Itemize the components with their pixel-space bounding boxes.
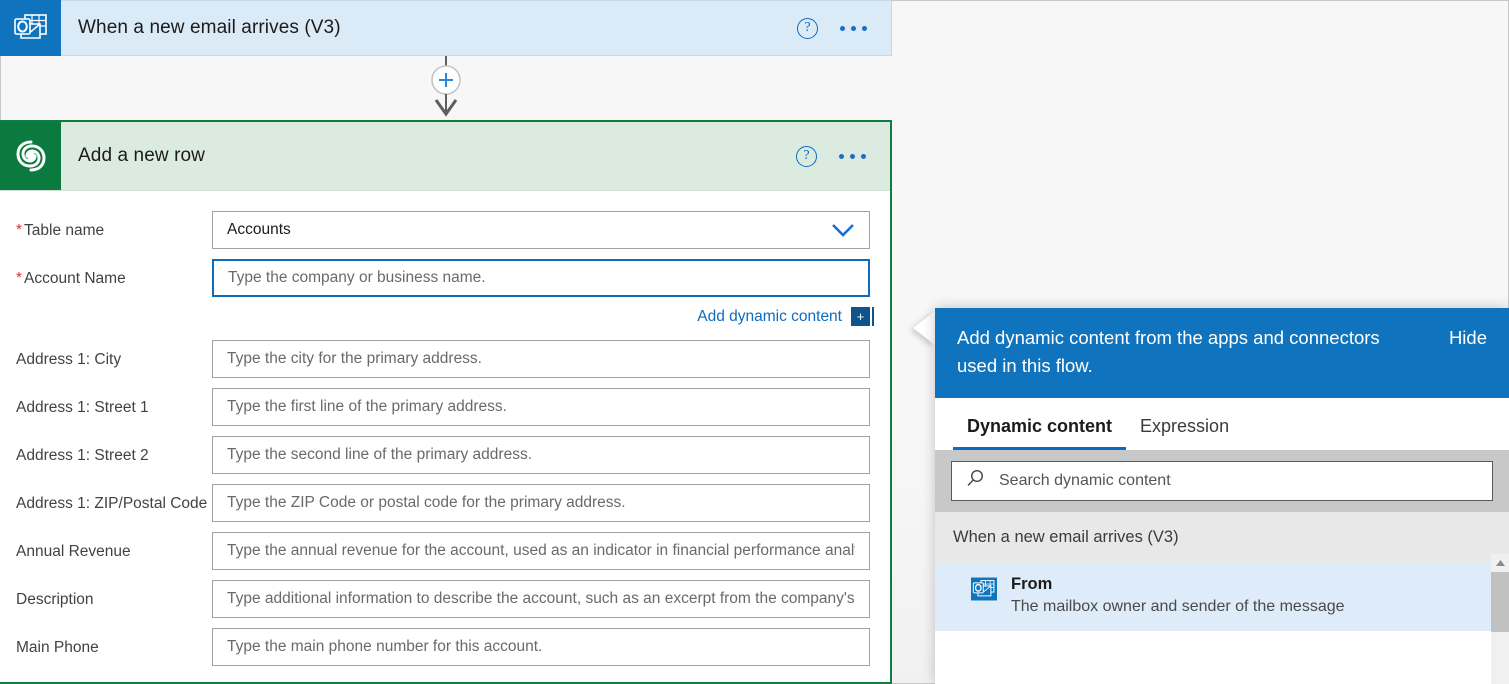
account-name-input[interactable] bbox=[212, 259, 870, 297]
trigger-card-actions: ? bbox=[797, 18, 891, 39]
help-icon[interactable]: ? bbox=[797, 18, 818, 39]
trigger-card[interactable]: When a new email arrives (V3) ? bbox=[0, 0, 892, 56]
address-city-input[interactable] bbox=[212, 340, 870, 378]
address-zip-input[interactable] bbox=[212, 484, 870, 522]
action-card-actions: ? bbox=[796, 146, 890, 167]
list-item-title: From bbox=[1011, 573, 1345, 595]
dynamic-content-scrollbar[interactable] bbox=[1491, 554, 1509, 684]
field-label-address-street1: Address 1: Street 1 bbox=[16, 388, 212, 418]
field-label-address-zip: Address 1: ZIP/Postal Code bbox=[16, 484, 212, 514]
action-card-header[interactable]: Add a new row ? bbox=[0, 122, 890, 191]
add-dynamic-content-plus-button[interactable]: + bbox=[851, 307, 870, 326]
step-connector bbox=[0, 56, 892, 120]
flyout-pointer-arrow bbox=[913, 311, 935, 345]
list-item[interactable]: From The mailbox owner and sender of the… bbox=[935, 563, 1509, 631]
add-dynamic-content-link[interactable]: Add dynamic content bbox=[697, 308, 842, 326]
required-asterisk: * bbox=[16, 222, 22, 239]
action-parameters-form: *Table name *Account Name bbox=[0, 191, 890, 666]
form-row: Address 1: City bbox=[0, 340, 890, 378]
search-icon bbox=[966, 469, 985, 493]
address-street1-input[interactable] bbox=[212, 388, 870, 426]
list-item-text: From The mailbox owner and sender of the… bbox=[1011, 573, 1345, 619]
flow-steps-column: When a new email arrives (V3) ? bbox=[0, 0, 892, 684]
field-control-address-zip bbox=[212, 484, 870, 522]
field-label-description: Description bbox=[16, 580, 212, 610]
scroll-up-arrow-icon[interactable] bbox=[1491, 554, 1509, 572]
list-item-description: The mailbox owner and sender of the mess… bbox=[1011, 595, 1345, 619]
overflow-menu-icon[interactable] bbox=[840, 26, 867, 31]
form-row: Annual Revenue bbox=[0, 532, 890, 570]
annual-revenue-input[interactable] bbox=[212, 532, 870, 570]
form-row: *Table name bbox=[0, 211, 890, 249]
field-control-annual-revenue bbox=[212, 532, 870, 570]
field-label-annual-revenue: Annual Revenue bbox=[16, 532, 212, 562]
form-row: Address 1: Street 2 bbox=[0, 436, 890, 474]
field-control-main-phone bbox=[212, 628, 870, 666]
field-label-address-city: Address 1: City bbox=[16, 340, 212, 370]
form-row: Address 1: Street 1 bbox=[0, 388, 890, 426]
trigger-title: When a new email arrives (V3) bbox=[61, 17, 797, 39]
address-street2-input[interactable] bbox=[212, 436, 870, 474]
field-control-address-city bbox=[212, 340, 870, 378]
tab-expression[interactable]: Expression bbox=[1126, 398, 1243, 450]
dynamic-content-panel: Add dynamic content from the apps and co… bbox=[935, 308, 1509, 684]
tab-dynamic-content[interactable]: Dynamic content bbox=[953, 398, 1126, 450]
dynamic-content-search-box[interactable] bbox=[951, 461, 1493, 501]
main-phone-input[interactable] bbox=[212, 628, 870, 666]
dynamic-content-panel-header: Add dynamic content from the apps and co… bbox=[935, 308, 1509, 398]
required-asterisk: * bbox=[16, 270, 22, 287]
hide-panel-button[interactable]: Hide bbox=[1449, 324, 1487, 352]
description-input[interactable] bbox=[212, 580, 870, 618]
dynamic-content-panel-title: Add dynamic content from the apps and co… bbox=[957, 324, 1407, 380]
form-row: Main Phone bbox=[0, 628, 890, 666]
field-label-address-street2: Address 1: Street 2 bbox=[16, 436, 212, 466]
scrollbar-thumb[interactable] bbox=[1491, 572, 1509, 632]
form-row: *Account Name bbox=[0, 259, 890, 297]
search-input[interactable] bbox=[997, 471, 1478, 491]
field-label-account-name: *Account Name bbox=[16, 259, 212, 289]
dynamic-content-group-header: When a new email arrives (V3) bbox=[935, 512, 1509, 563]
outlook-icon bbox=[0, 0, 61, 56]
overflow-menu-icon[interactable] bbox=[839, 154, 866, 159]
outlook-icon bbox=[971, 576, 997, 607]
field-control-description bbox=[212, 580, 870, 618]
form-row: Address 1: ZIP/Postal Code bbox=[0, 484, 890, 522]
action-card[interactable]: Add a new row ? *Table name bbox=[0, 120, 892, 684]
field-label-main-phone: Main Phone bbox=[16, 628, 212, 658]
field-control-address-street1 bbox=[212, 388, 870, 426]
dataverse-icon bbox=[0, 122, 61, 190]
field-control-table-name bbox=[212, 211, 870, 249]
dynamic-content-search-wrap bbox=[935, 450, 1509, 512]
table-name-dropdown[interactable] bbox=[212, 211, 870, 249]
field-control-address-street2 bbox=[212, 436, 870, 474]
field-control-account-name bbox=[212, 259, 870, 297]
help-icon[interactable]: ? bbox=[796, 146, 817, 167]
add-dynamic-content-row: Add dynamic content + bbox=[0, 307, 890, 326]
action-title: Add a new row bbox=[61, 145, 796, 167]
form-row: Description bbox=[0, 580, 890, 618]
dynamic-content-tabs: Dynamic content Expression bbox=[935, 398, 1509, 450]
field-label-table-name: *Table name bbox=[16, 211, 212, 241]
